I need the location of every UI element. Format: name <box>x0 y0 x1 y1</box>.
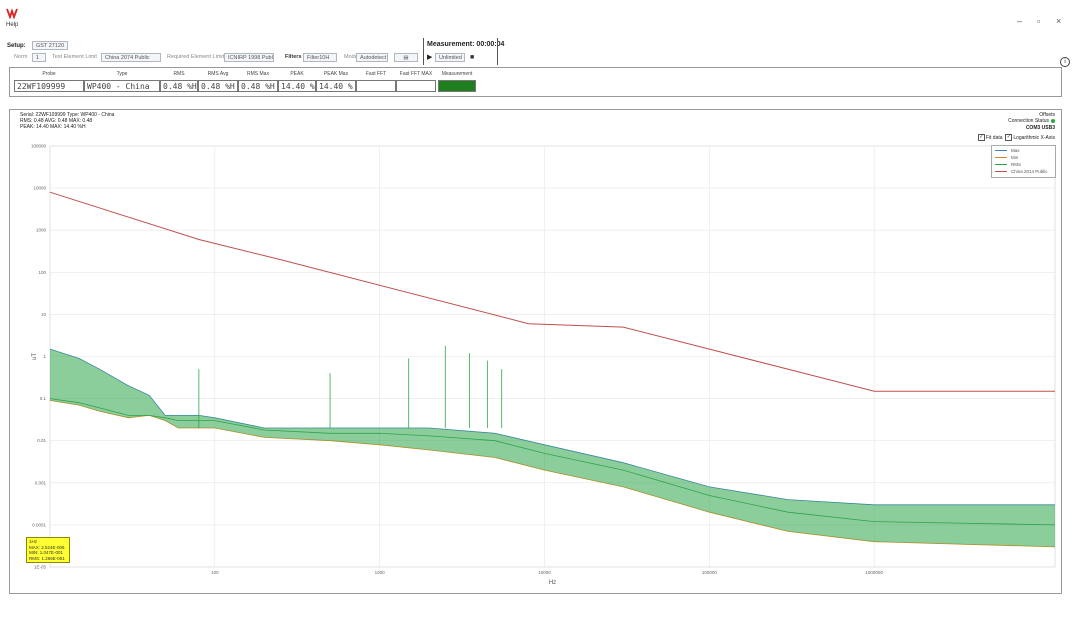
cursor-readout-box: 1Hz MAX: 2.524E-006 MIN: 1.047E-001 RMS:… <box>26 537 70 563</box>
y-tick-label: 0.1 <box>40 396 47 401</box>
x-tick-label: 100000 <box>702 570 718 575</box>
legend-item-limit: China 2014 Public <box>995 169 1048 174</box>
y-tick-label: 1 <box>43 354 46 359</box>
x-tick-label: 1000000 <box>865 570 883 575</box>
y-tick-label: 10 <box>41 312 47 317</box>
spectrum-noise-band <box>50 349 1055 547</box>
legend-swatch-limit <box>995 171 1007 173</box>
y-tick-label: 10000 <box>33 186 46 191</box>
y-tick-label: 0.001 <box>35 480 47 485</box>
legend-item-min: Min <box>995 155 1018 160</box>
y-tick-label: 0.0001 <box>32 522 46 527</box>
cursor-min: MIN: 1.047E-001 <box>29 550 64 556</box>
x-axis-label: Hz <box>549 580 556 586</box>
y-tick-label: 1000 <box>36 228 47 233</box>
spectrum-chart[interactable]: 100000 10000 1000 100 10 1 0.1 0.01 0.001 0.0001 1… <box>0 0 1080 619</box>
y-tick-label: 100 <box>38 270 46 275</box>
x-tick-label: 100 <box>211 570 219 575</box>
legend-item-rms: RMS <box>995 162 1021 167</box>
y-tick-label: 1E-05 <box>34 565 47 570</box>
series-limit-line <box>49 191 1055 392</box>
y-tick-label: 0.01 <box>37 438 46 443</box>
legend-item-max: Max <box>995 148 1020 153</box>
legend-swatch-rms <box>995 164 1007 166</box>
y-tick-label: 100000 <box>31 144 47 149</box>
legend-swatch-max <box>995 150 1007 152</box>
x-tick-label: 10000 <box>538 570 551 575</box>
cursor-rms: RMS: 1.266E-001 <box>29 555 65 561</box>
x-tick-label: 1000 <box>375 570 386 575</box>
legend-swatch-min <box>995 157 1007 159</box>
y-axis-label: uT <box>32 353 38 360</box>
chart-legend: Max Min RMS China 2014 Public <box>991 145 1056 178</box>
